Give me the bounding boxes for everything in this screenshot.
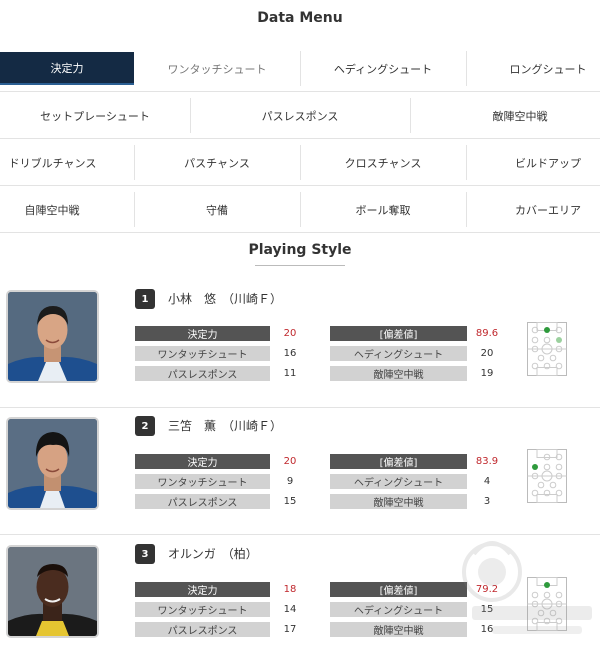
stat-label: 敵陣空中戦 bbox=[330, 622, 467, 637]
menu-item-pass-response[interactable]: パスレスポンス bbox=[190, 92, 410, 139]
menu-item-build-up[interactable]: ビルドアップ bbox=[466, 139, 600, 186]
stat-label: ヘディングシュート bbox=[330, 346, 467, 361]
stat-value: 19 bbox=[480, 368, 494, 379]
position-field-icon bbox=[527, 322, 567, 376]
stat-label: 決定力 bbox=[135, 454, 270, 469]
stat-label: 敵陣空中戦 bbox=[330, 494, 467, 509]
stat-label: パスレスポンス bbox=[135, 494, 270, 509]
stat-value: 20 bbox=[283, 328, 297, 339]
stat-label: ヘディングシュート bbox=[330, 602, 467, 617]
deviation-label: [偏差値] bbox=[330, 454, 467, 469]
player-photo bbox=[6, 417, 99, 510]
stat-value: 20 bbox=[283, 456, 297, 467]
deviation-label: [偏差値] bbox=[330, 582, 467, 597]
playing-style-title: Playing Style bbox=[248, 242, 352, 258]
player-card: 1 小林 悠 （川崎Ｆ） 決定力 20 ワンタッチシュート 16 パスレスポンス… bbox=[0, 280, 600, 408]
stat-label: 決定力 bbox=[135, 326, 270, 341]
menu-item-cover-area[interactable]: カバーエリア bbox=[466, 186, 600, 233]
player-name: オルンガ （柏） bbox=[168, 547, 258, 561]
stat-value: 3 bbox=[483, 496, 491, 507]
menu-row-4: 自陣空中戦 守備 ボール奪取 カバーエリア bbox=[0, 186, 600, 233]
stat-value: 15 bbox=[480, 604, 494, 615]
deviation-value: 89.6 bbox=[475, 328, 499, 339]
menu-item-decisiveness[interactable]: 決定力 bbox=[0, 52, 134, 85]
player-photo bbox=[6, 290, 99, 383]
player-card: 2 三笘 薫 （川崎Ｆ） 決定力 20 ワンタッチシュート 9 パスレスポンス … bbox=[0, 407, 600, 535]
menu-item-opp-aerial[interactable]: 敵陣空中戦 bbox=[410, 92, 600, 139]
menu-item-own-aerial[interactable]: 自陣空中戦 bbox=[0, 186, 104, 233]
data-menu-title: Data Menu bbox=[257, 10, 343, 26]
deviation-label: [偏差値] bbox=[330, 326, 467, 341]
stat-label: 決定力 bbox=[135, 582, 270, 597]
stat-value: 14 bbox=[283, 604, 297, 615]
playing-style-underline bbox=[255, 265, 345, 266]
menu-item-long-shot[interactable]: ロングシュート bbox=[466, 45, 600, 92]
player-name: 三笘 薫 （川崎Ｆ） bbox=[168, 419, 283, 433]
stat-label: ワンタッチシュート bbox=[135, 346, 270, 361]
menu-item-set-play-shot[interactable]: セットプレーシュート bbox=[0, 92, 190, 139]
stat-label: ヘディングシュート bbox=[330, 474, 467, 489]
stat-value: 18 bbox=[283, 584, 297, 595]
stat-value: 15 bbox=[283, 496, 297, 507]
menu-item-pass-chance[interactable]: パスチャンス bbox=[134, 139, 300, 186]
stat-value: 16 bbox=[283, 348, 297, 359]
rank-badge: 3 bbox=[135, 544, 155, 564]
menu-item-ball-recovery[interactable]: ボール奪取 bbox=[300, 186, 466, 233]
menu-item-dribble-chance[interactable]: ドリブルチャンス bbox=[0, 139, 105, 186]
stat-label: 敵陣空中戦 bbox=[330, 366, 467, 381]
position-field-icon bbox=[527, 449, 567, 503]
stat-value: 9 bbox=[286, 476, 294, 487]
stat-label: パスレスポンス bbox=[135, 366, 270, 381]
deviation-value: 83.9 bbox=[475, 456, 499, 467]
menu-row-3: ドリブルチャンス パスチャンス クロスチャンス ビルドアップ bbox=[0, 139, 600, 186]
menu-item-defense[interactable]: 守備 bbox=[134, 186, 300, 233]
stat-label: パスレスポンス bbox=[135, 622, 270, 637]
rank-badge: 2 bbox=[135, 416, 155, 436]
stat-value: 11 bbox=[283, 368, 297, 379]
stat-value: 16 bbox=[480, 624, 494, 635]
rank-badge: 1 bbox=[135, 289, 155, 309]
deviation-value: 79.2 bbox=[475, 584, 499, 595]
stat-value: 17 bbox=[283, 624, 297, 635]
stat-label: ワンタッチシュート bbox=[135, 474, 270, 489]
stat-value: 20 bbox=[480, 348, 494, 359]
menu-row-1: 決定力 ワンタッチシュート ヘディングシュート ロングシュート bbox=[0, 45, 600, 92]
player-card: 3 オルンガ （柏） 決定力 18 ワンタッチシュート 14 パスレスポンス 1… bbox=[0, 535, 600, 652]
position-field-icon bbox=[527, 577, 567, 631]
menu-item-heading-shot[interactable]: ヘディングシュート bbox=[300, 45, 466, 92]
stat-label: ワンタッチシュート bbox=[135, 602, 270, 617]
menu-item-cross-chance[interactable]: クロスチャンス bbox=[300, 139, 466, 186]
player-photo bbox=[6, 545, 99, 638]
menu-row-2: セットプレーシュート パスレスポンス 敵陣空中戦 bbox=[0, 92, 600, 139]
stat-value: 4 bbox=[483, 476, 491, 487]
menu-item-one-touch-shot[interactable]: ワンタッチシュート bbox=[134, 45, 300, 92]
player-name: 小林 悠 （川崎Ｆ） bbox=[168, 292, 283, 306]
